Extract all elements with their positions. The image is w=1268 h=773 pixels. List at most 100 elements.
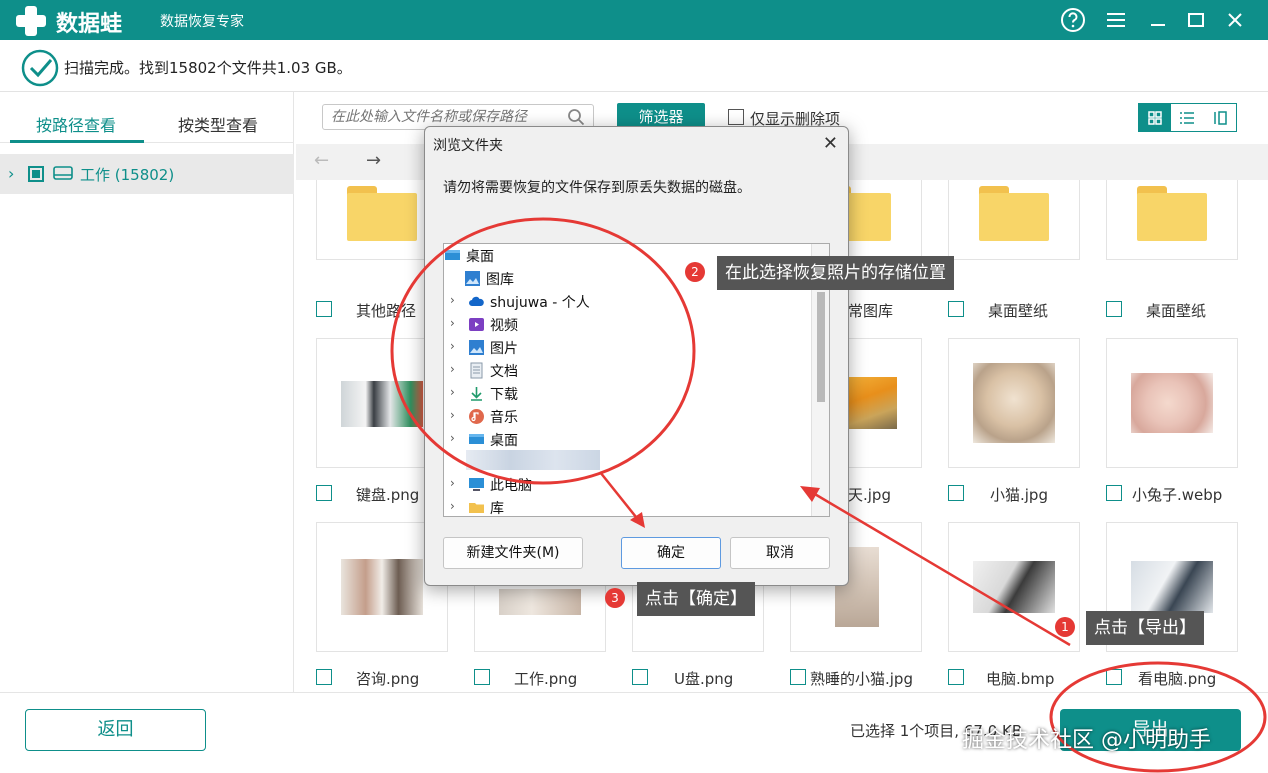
- file-checkbox[interactable]: [1106, 669, 1122, 685]
- check-circle-icon: [21, 49, 59, 87]
- file-checkbox[interactable]: [948, 669, 964, 685]
- logo-icon: [14, 4, 48, 38]
- dialog-title: 浏览文件夹: [433, 138, 503, 154]
- close-icon[interactable]: [1221, 6, 1249, 34]
- file-name: 其他路径: [356, 302, 417, 320]
- dialog-message: 请勿将需要恢复的文件保存到原丢失数据的磁盘。: [443, 180, 751, 196]
- folder-tree-label: 此电脑: [490, 478, 532, 494]
- folder-icon: [468, 499, 485, 516]
- expand-chevron-icon[interactable]: ›: [450, 385, 462, 399]
- app-subtitle: 数据恢复专家: [160, 14, 244, 30]
- tree-item-label: 工作 (15802): [80, 166, 175, 184]
- tree-item-checkbox[interactable]: [28, 166, 44, 182]
- dialog-close-icon[interactable]: ✕: [823, 133, 838, 154]
- blurred-item: [466, 450, 600, 470]
- forward-arrow-icon[interactable]: →: [366, 150, 381, 171]
- file-name: 电脑.bmp: [986, 670, 1055, 688]
- back-button[interactable]: 返回: [25, 709, 206, 751]
- folder-tree-label: 桌面: [466, 249, 494, 265]
- expand-chevron-icon[interactable]: ›: [450, 499, 462, 513]
- file-checkbox[interactable]: [316, 669, 332, 685]
- expand-chevron-icon[interactable]: ›: [450, 293, 462, 307]
- watermark: 掘金技术社区 @小明助手: [962, 728, 1211, 753]
- file-name: 桌面壁纸: [988, 302, 1049, 320]
- ok-button[interactable]: 确定: [621, 537, 721, 569]
- tab-by-path[interactable]: 按路径查看: [36, 112, 116, 136]
- back-arrow-icon[interactable]: ←: [314, 150, 329, 171]
- file-name: 小猫.jpg: [990, 486, 1048, 504]
- sidebar: 按路径查看 按类型查看 › 工作 (15802): [0, 92, 294, 692]
- expand-chevron-icon[interactable]: ›: [450, 362, 462, 376]
- bunny-thumbnail: [1131, 373, 1213, 433]
- computer-thumbnail: [973, 561, 1055, 613]
- scan-status-text: 扫描完成。找到15802个文件共1.03 GB。: [64, 59, 352, 77]
- folder-tree-label: 图片: [490, 341, 518, 357]
- step-3-callout: 点击【确定】: [637, 582, 755, 616]
- folder-tree-label: 图库: [486, 272, 514, 288]
- folder-tree-label: 下载: [490, 387, 518, 403]
- step-2-callout: 在此选择恢复照片的存储位置: [717, 256, 954, 290]
- file-card[interactable]: [948, 338, 1080, 468]
- expand-chevron-icon[interactable]: ›: [450, 316, 462, 330]
- file-checkbox[interactable]: [790, 669, 806, 685]
- expand-chevron-icon[interactable]: ›: [450, 339, 462, 353]
- view-mode-switcher: [1138, 103, 1237, 132]
- file-name: 咨询.png: [356, 670, 420, 688]
- file-checkbox[interactable]: [1106, 485, 1122, 501]
- cancel-button[interactable]: 取消: [730, 537, 830, 569]
- file-checkbox[interactable]: [948, 485, 964, 501]
- video-icon: [468, 316, 485, 333]
- list-view-icon[interactable]: [1171, 104, 1203, 131]
- file-checkbox[interactable]: [632, 669, 648, 685]
- file-name: 看电脑.png: [1138, 670, 1217, 688]
- file-name: 常图库: [848, 302, 894, 320]
- search-input[interactable]: [331, 106, 561, 128]
- folder-tree-label: 桌面: [490, 433, 518, 449]
- file-name: 小兔子.webp: [1132, 486, 1223, 504]
- file-card[interactable]: [948, 180, 1080, 260]
- file-checkbox[interactable]: [948, 301, 964, 317]
- file-name: U盘.png: [674, 670, 734, 688]
- detail-view-icon[interactable]: [1204, 104, 1236, 131]
- file-card[interactable]: [1106, 180, 1238, 260]
- expand-chevron-icon[interactable]: ›: [450, 431, 462, 445]
- file-checkbox[interactable]: [474, 669, 490, 685]
- scan-status-bar: 扫描完成。找到15802个文件共1.03 GB。: [0, 40, 1268, 92]
- tree-item-work-drive[interactable]: › 工作 (15802): [0, 154, 294, 194]
- folder-tree-label: 视频: [490, 318, 518, 334]
- menu-icon[interactable]: [1102, 6, 1130, 34]
- browse-folder-dialog: 浏览文件夹 ✕ 请勿将需要恢复的文件保存到原丢失数据的磁盘。 桌面 图库 › shuj…: [424, 126, 849, 586]
- grid-view-icon[interactable]: [1139, 104, 1172, 131]
- deleted-only-checkbox[interactable]: [728, 109, 744, 125]
- file-name: 键盘.png: [356, 486, 420, 504]
- file-name: 天.jpg: [848, 486, 891, 504]
- file-checkbox[interactable]: [316, 301, 332, 317]
- picture-icon: [468, 339, 485, 356]
- scrollbar-thumb[interactable]: [817, 292, 825, 402]
- work-thumbnail: [499, 589, 581, 615]
- folder-tree-label: 音乐: [490, 410, 518, 426]
- autumn-thumbnail: [841, 377, 897, 429]
- app-brand: 数据蛙: [56, 12, 123, 37]
- folder-icon: [979, 186, 1049, 242]
- maximize-icon[interactable]: [1182, 6, 1210, 34]
- chevron-right-icon[interactable]: ›: [8, 164, 14, 183]
- file-checkbox[interactable]: [316, 485, 332, 501]
- expand-chevron-icon[interactable]: ›: [450, 476, 462, 490]
- help-icon[interactable]: [1059, 6, 1087, 34]
- consulting-thumbnail: [341, 559, 423, 615]
- file-name: 工作.png: [514, 670, 578, 688]
- expand-chevron-icon[interactable]: ›: [450, 408, 462, 422]
- watching-computer-thumbnail: [1131, 561, 1213, 613]
- file-checkbox[interactable]: [1106, 301, 1122, 317]
- desktop-icon: [468, 431, 485, 448]
- new-folder-button[interactable]: 新建文件夹(M): [443, 537, 583, 569]
- search-icon[interactable]: [567, 108, 585, 126]
- folder-icon: [1137, 186, 1207, 242]
- minimize-icon[interactable]: [1144, 6, 1172, 34]
- tab-by-type[interactable]: 按类型查看: [178, 112, 258, 136]
- computer-icon: [468, 476, 485, 493]
- desktop-icon: [444, 247, 461, 264]
- download-icon: [468, 385, 485, 402]
- file-card[interactable]: [1106, 338, 1238, 468]
